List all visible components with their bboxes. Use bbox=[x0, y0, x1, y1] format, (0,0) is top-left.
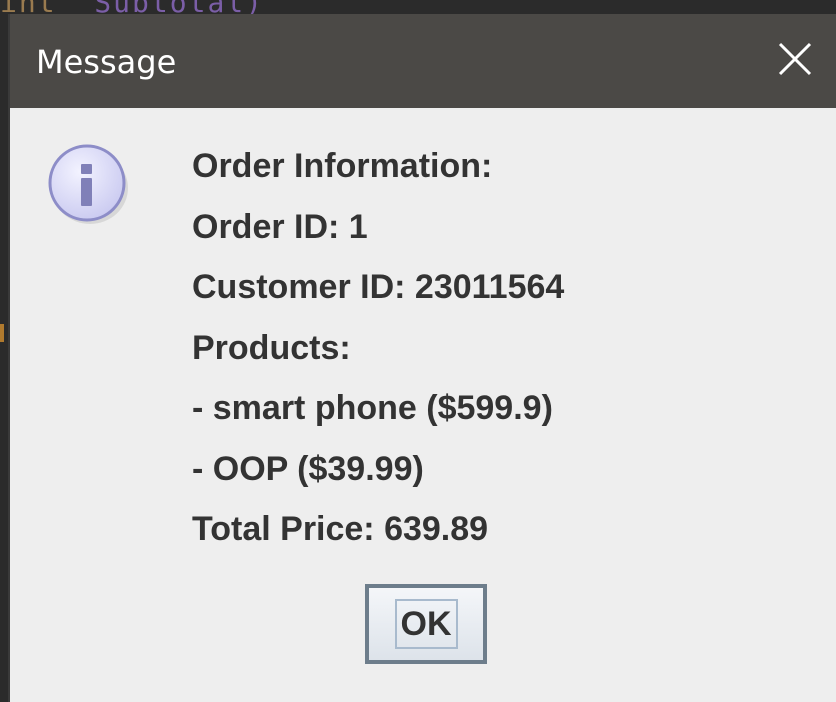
message-line-product-1: - smart phone ($599.9) bbox=[192, 389, 553, 427]
background-code-editor: int Subtotal) bbox=[0, 0, 836, 19]
message-line-order-id: Order ID: 1 bbox=[192, 207, 368, 246]
message-text: Order Information: Order ID: 1 Customer … bbox=[192, 146, 564, 570]
message-line-product-2: - OOP ($39.99) bbox=[192, 449, 424, 488]
dialog-title: Message bbox=[36, 43, 177, 81]
close-x-icon bbox=[778, 42, 812, 76]
message-line-customer-id: Customer ID: 23011564 bbox=[192, 268, 565, 306]
close-button[interactable] bbox=[756, 14, 836, 108]
message-line-total-price: Total Price: 639.89 bbox=[192, 510, 489, 548]
message-line-heading: Order Information: bbox=[192, 147, 493, 185]
message-line-products-label: Products: bbox=[192, 328, 351, 367]
ok-button-focus-ring: OK bbox=[394, 599, 458, 649]
ok-button-label: OK bbox=[400, 605, 452, 643]
background-editor-marker bbox=[0, 324, 4, 342]
ok-button[interactable]: OK bbox=[365, 584, 487, 664]
message-dialog: Message Order Information: Order ID: 1 C… bbox=[8, 14, 836, 702]
dialog-titlebar[interactable]: Message bbox=[10, 14, 836, 108]
background-editor-edge bbox=[0, 14, 8, 702]
information-icon bbox=[48, 144, 128, 224]
